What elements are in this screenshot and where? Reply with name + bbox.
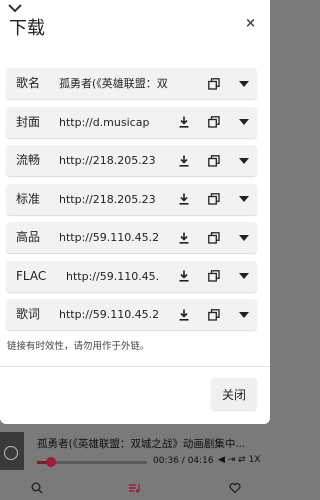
- row-label: 歌名: [16, 76, 41, 90]
- player-controls[interactable]: ◀ ⇥ ⇄ 1X: [218, 455, 260, 465]
- row-value: http://218.205.23: [59, 192, 156, 206]
- list-item-standard: 标准 http://218.205.23: [6, 183, 257, 215]
- list-item-flac: FLAC http://59.110.45.: [6, 260, 257, 292]
- copy-icon[interactable]: [206, 192, 221, 207]
- copy-icon[interactable]: [206, 269, 221, 284]
- row-label: 流畅: [16, 153, 41, 167]
- dropdown-arrow-icon[interactable]: [236, 269, 251, 284]
- dropdown-arrow-icon[interactable]: [236, 230, 251, 245]
- dropdown-arrow-icon[interactable]: [236, 115, 251, 130]
- list-item-lyrics: 歌词 http://59.110.45.2: [6, 299, 257, 330]
- copy-icon[interactable]: [206, 115, 221, 130]
- dialog-header: 下载 ×: [0, 0, 270, 50]
- download-icon[interactable]: [176, 269, 191, 284]
- row-label: 标准: [16, 191, 41, 206]
- copy-icon[interactable]: [206, 153, 221, 168]
- play-pause-icon[interactable]: [4, 446, 18, 460]
- list-item-high-quality: 高品 http://59.110.45.2: [6, 222, 257, 253]
- download-icon[interactable]: [176, 230, 191, 245]
- time-readout: 00:36 / 04:16: [153, 456, 214, 466]
- row-label: 歌词: [16, 307, 41, 321]
- heart-icon[interactable]: [228, 481, 242, 495]
- row-label: 封面: [16, 114, 41, 129]
- list-item-cover: 封面 http://d.musicap: [6, 106, 257, 138]
- dialog-title: 下载: [9, 18, 45, 39]
- copy-icon[interactable]: [206, 76, 221, 91]
- search-icon[interactable]: [30, 481, 44, 495]
- row-value: http://59.110.45.2: [59, 308, 160, 321]
- progress-handle[interactable]: [46, 457, 56, 467]
- link-list: 歌名 孤勇者(《英雄联盟：双 封面 http://d.musicap 流畅 ht…: [6, 68, 257, 338]
- download-dialog: 下载 × 歌名 孤勇者(《英雄联盟：双 封面 http://d.musicap: [0, 0, 270, 424]
- row-label: 高品: [16, 230, 41, 244]
- divider: [0, 366, 270, 367]
- bottom-nav: [0, 477, 270, 500]
- mini-player: 孤勇者(《英雄联盟：双城之战》动画剧集中... 00:36 / 04:16 ◀ …: [0, 424, 270, 477]
- download-icon[interactable]: [176, 307, 191, 322]
- download-icon[interactable]: [176, 192, 191, 207]
- copy-icon[interactable]: [206, 230, 221, 245]
- download-icon[interactable]: [176, 115, 191, 130]
- row-value: http://218.205.23: [59, 154, 156, 167]
- dropdown-arrow-icon[interactable]: [236, 153, 251, 168]
- dropdown-arrow-icon[interactable]: [236, 307, 251, 322]
- copy-icon[interactable]: [206, 307, 221, 322]
- dropdown-arrow-icon[interactable]: [236, 192, 251, 207]
- row-value: http://59.110.45.2: [59, 231, 160, 244]
- dropdown-arrow-icon[interactable]: [236, 76, 251, 91]
- download-icon[interactable]: [176, 153, 191, 168]
- now-playing-title: 孤勇者(《英雄联盟：双城之战》动画剧集中...: [37, 438, 246, 450]
- close-button[interactable]: 关闭: [211, 378, 257, 410]
- list-item-song-name: 歌名 孤勇者(《英雄联盟：双: [6, 68, 257, 99]
- expiry-hint: 链接有时效性，请勿用作于外链。: [7, 341, 150, 352]
- list-item-smooth: 流畅 http://218.205.23: [6, 145, 257, 176]
- row-value: http://d.musicap: [59, 115, 150, 129]
- row-value: http://59.110.45.: [66, 269, 160, 283]
- row-label: FLAC: [16, 268, 47, 283]
- close-icon[interactable]: ×: [245, 17, 256, 30]
- music-list-icon[interactable]: [127, 481, 141, 495]
- row-value: 孤勇者(《英雄联盟：双: [59, 77, 168, 90]
